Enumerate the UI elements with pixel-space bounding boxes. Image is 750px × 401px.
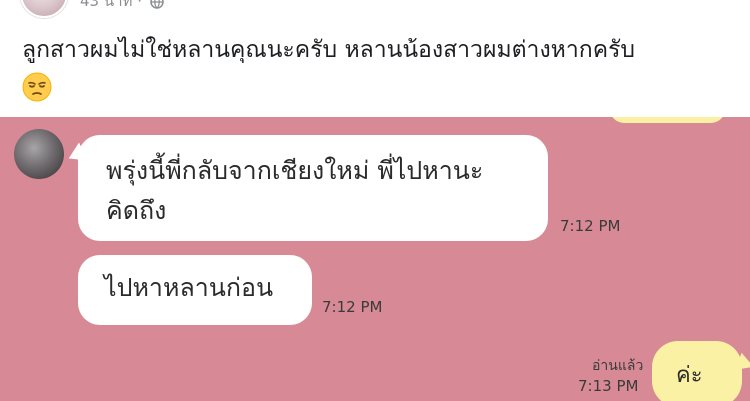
unamused-face-emoji <box>22 72 52 102</box>
globe-icon <box>150 0 164 9</box>
bubble-tail <box>64 142 88 168</box>
chat-screenshot: พรุ่งนี้พี่กลับจากเชียงใหม่ พี่ไปหานะ คิ… <box>0 117 750 401</box>
previous-outgoing-bubble <box>610 117 725 123</box>
contact-avatar[interactable] <box>14 129 64 179</box>
post-time-text: 43 นาที · <box>80 0 142 10</box>
post-timestamp[interactable]: 43 นาที · <box>80 0 164 10</box>
message-text: คิดถึง <box>106 196 167 225</box>
incoming-message-bubble[interactable]: ไปหาหลานก่อน <box>78 255 312 325</box>
post-caption: ลูกสาวผมไม่ใช่หลานคุณนะครับ หลานน้องสาวผ… <box>22 37 636 63</box>
message-text: ค่ะ <box>676 363 703 388</box>
message-text: ไปหาหลานก่อน <box>104 273 274 302</box>
incoming-message-bubble[interactable]: พรุ่งนี้พี่กลับจากเชียงใหม่ พี่ไปหานะ คิ… <box>64 135 548 241</box>
bubble-tail <box>735 352 750 376</box>
post-author-avatar[interactable] <box>20 0 68 18</box>
message-timestamp: 7:12 PM <box>322 298 383 316</box>
message-text: พรุ่งนี้พี่กลับจากเชียงใหม่ พี่ไปหานะ <box>106 156 484 185</box>
outgoing-message-bubble[interactable]: ค่ะ <box>652 341 750 401</box>
message-timestamp: 7:12 PM <box>560 217 621 235</box>
message-timestamp: 7:13 PM <box>578 377 639 395</box>
facebook-post: 43 นาที · ลูกสาวผมไม่ใช่หลานคุณนะครับ หล… <box>0 0 750 117</box>
read-receipt: อ่านแล้ว <box>592 358 644 374</box>
